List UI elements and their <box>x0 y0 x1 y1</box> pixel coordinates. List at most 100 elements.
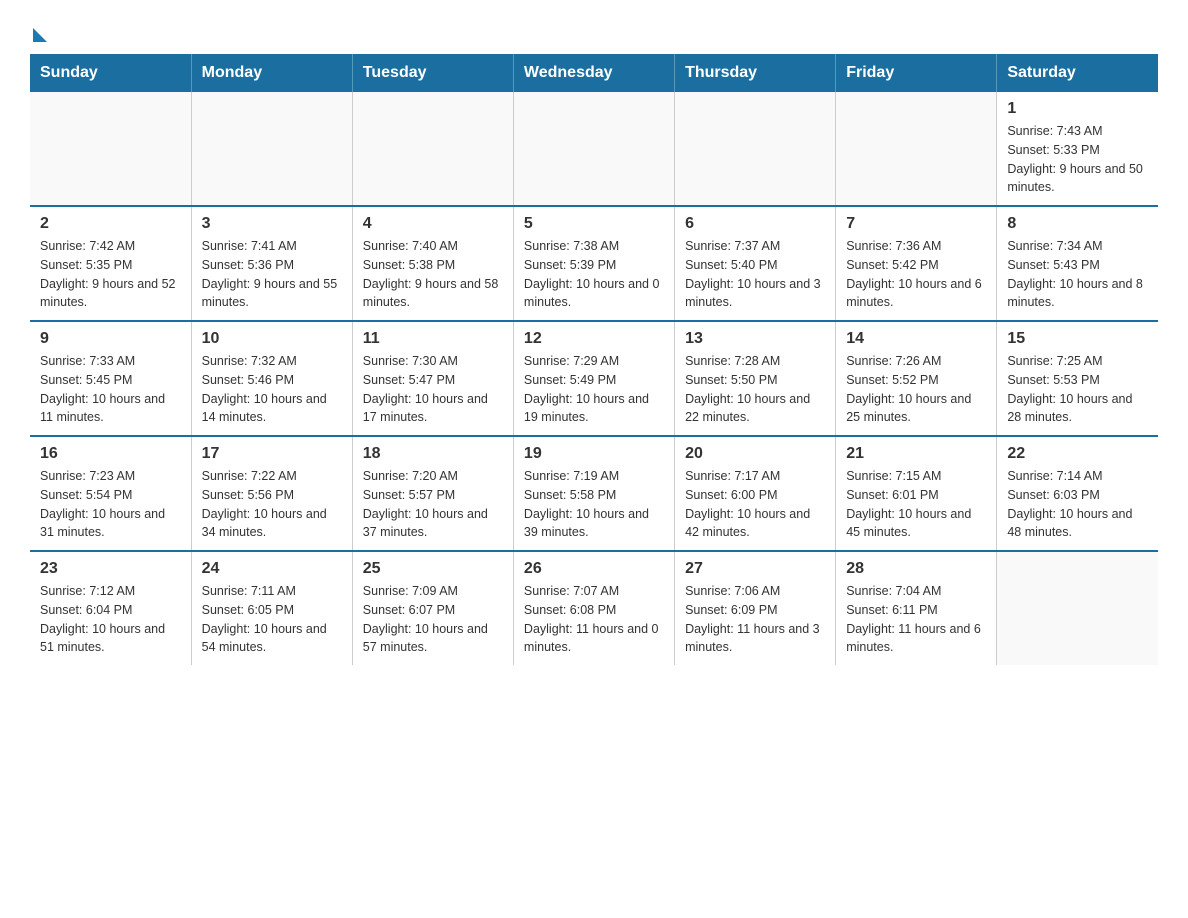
day-number: 17 <box>202 445 342 463</box>
calendar-cell: 10 Sunrise: 7:32 AMSunset: 5:46 PMDayligh… <box>191 321 352 436</box>
calendar-header-row: SundayMondayTuesdayWednesdayThursdayFrid… <box>30 54 1158 92</box>
day-info: Sunrise: 7:11 AMSunset: 6:05 PMDaylight:… <box>202 582 342 657</box>
calendar-cell: 2 Sunrise: 7:42 AMSunset: 5:35 PMDaylight… <box>30 206 191 321</box>
calendar-cell <box>191 92 352 206</box>
calendar-cell <box>997 551 1158 665</box>
day-number: 12 <box>524 330 664 348</box>
calendar-cell: 14 Sunrise: 7:26 AMSunset: 5:52 PMDayligh… <box>836 321 997 436</box>
day-number: 28 <box>846 560 986 578</box>
day-number: 16 <box>40 445 181 463</box>
calendar-cell: 23 Sunrise: 7:12 AMSunset: 6:04 PMDayligh… <box>30 551 191 665</box>
day-info: Sunrise: 7:04 AMSunset: 6:11 PMDaylight:… <box>846 582 986 657</box>
calendar-cell: 1Sunrise: 7:43 AMSunset: 5:33 PMDaylight… <box>997 92 1158 206</box>
day-info: Sunrise: 7:38 AMSunset: 5:39 PMDaylight:… <box>524 237 664 312</box>
day-info: Sunrise: 7:20 AMSunset: 5:57 PMDaylight:… <box>363 467 503 542</box>
day-number: 22 <box>1007 445 1148 463</box>
day-number: 19 <box>524 445 664 463</box>
calendar-cell <box>513 92 674 206</box>
calendar-cell: 4 Sunrise: 7:40 AMSunset: 5:38 PMDaylight… <box>352 206 513 321</box>
calendar-header-sunday: Sunday <box>30 54 191 92</box>
calendar-cell: 11Sunrise: 7:30 AMSunset: 5:47 PMDayligh… <box>352 321 513 436</box>
day-info: Sunrise: 7:25 AMSunset: 5:53 PMDaylight:… <box>1007 352 1148 427</box>
day-info: Sunrise: 7:09 AMSunset: 6:07 PMDaylight:… <box>363 582 503 657</box>
day-number: 13 <box>685 330 825 348</box>
day-number: 23 <box>40 560 181 578</box>
day-info: Sunrise: 7:40 AMSunset: 5:38 PMDaylight:… <box>363 237 503 312</box>
calendar-cell <box>30 92 191 206</box>
calendar-cell <box>352 92 513 206</box>
calendar-header-saturday: Saturday <box>997 54 1158 92</box>
day-info: Sunrise: 7:06 AMSunset: 6:09 PMDaylight:… <box>685 582 825 657</box>
calendar-cell: 21 Sunrise: 7:15 AMSunset: 6:01 PMDayligh… <box>836 436 997 551</box>
day-number: 18 <box>363 445 503 463</box>
calendar-table: SundayMondayTuesdayWednesdayThursdayFrid… <box>30 54 1158 665</box>
calendar-cell: 26Sunrise: 7:07 AMSunset: 6:08 PMDayligh… <box>513 551 674 665</box>
calendar-cell <box>675 92 836 206</box>
calendar-cell: 15 Sunrise: 7:25 AMSunset: 5:53 PMDayligh… <box>997 321 1158 436</box>
day-info: Sunrise: 7:22 AMSunset: 5:56 PMDaylight:… <box>202 467 342 542</box>
day-number: 24 <box>202 560 342 578</box>
calendar-cell: 6 Sunrise: 7:37 AMSunset: 5:40 PMDaylight… <box>675 206 836 321</box>
calendar-cell: 9 Sunrise: 7:33 AMSunset: 5:45 PMDaylight… <box>30 321 191 436</box>
calendar-cell: 27 Sunrise: 7:06 AMSunset: 6:09 PMDayligh… <box>675 551 836 665</box>
day-number: 6 <box>685 215 825 233</box>
day-info: Sunrise: 7:17 AMSunset: 6:00 PMDaylight:… <box>685 467 825 542</box>
calendar-cell: 20 Sunrise: 7:17 AMSunset: 6:00 PMDayligh… <box>675 436 836 551</box>
calendar-week-row: 1Sunrise: 7:43 AMSunset: 5:33 PMDaylight… <box>30 92 1158 206</box>
calendar-cell: 3 Sunrise: 7:41 AMSunset: 5:36 PMDaylight… <box>191 206 352 321</box>
calendar-header-tuesday: Tuesday <box>352 54 513 92</box>
calendar-cell: 7 Sunrise: 7:36 AMSunset: 5:42 PMDaylight… <box>836 206 997 321</box>
calendar-cell: 24 Sunrise: 7:11 AMSunset: 6:05 PMDayligh… <box>191 551 352 665</box>
day-number: 20 <box>685 445 825 463</box>
day-info: Sunrise: 7:23 AMSunset: 5:54 PMDaylight:… <box>40 467 181 542</box>
day-number: 14 <box>846 330 986 348</box>
day-info: Sunrise: 7:33 AMSunset: 5:45 PMDaylight:… <box>40 352 181 427</box>
calendar-week-row: 16 Sunrise: 7:23 AMSunset: 5:54 PMDayligh… <box>30 436 1158 551</box>
logo <box>30 20 47 34</box>
day-number: 4 <box>363 215 503 233</box>
day-number: 3 <box>202 215 342 233</box>
day-info: Sunrise: 7:34 AMSunset: 5:43 PMDaylight:… <box>1007 237 1148 312</box>
day-info: Sunrise: 7:26 AMSunset: 5:52 PMDaylight:… <box>846 352 986 427</box>
calendar-cell: 25 Sunrise: 7:09 AMSunset: 6:07 PMDayligh… <box>352 551 513 665</box>
calendar-header-thursday: Thursday <box>675 54 836 92</box>
day-number: 10 <box>202 330 342 348</box>
calendar-cell: 12 Sunrise: 7:29 AMSunset: 5:49 PMDayligh… <box>513 321 674 436</box>
day-number: 15 <box>1007 330 1148 348</box>
day-info: Sunrise: 7:41 AMSunset: 5:36 PMDaylight:… <box>202 237 342 312</box>
day-number: 21 <box>846 445 986 463</box>
calendar-header-friday: Friday <box>836 54 997 92</box>
logo-arrow-icon <box>33 28 47 42</box>
calendar-week-row: 2 Sunrise: 7:42 AMSunset: 5:35 PMDaylight… <box>30 206 1158 321</box>
day-number: 5 <box>524 215 664 233</box>
day-number: 8 <box>1007 215 1148 233</box>
calendar-cell: 13 Sunrise: 7:28 AMSunset: 5:50 PMDayligh… <box>675 321 836 436</box>
day-info: Sunrise: 7:12 AMSunset: 6:04 PMDaylight:… <box>40 582 181 657</box>
day-info: Sunrise: 7:37 AMSunset: 5:40 PMDaylight:… <box>685 237 825 312</box>
calendar-cell: 18 Sunrise: 7:20 AMSunset: 5:57 PMDayligh… <box>352 436 513 551</box>
day-number: 1 <box>1007 100 1148 118</box>
day-info: Sunrise: 7:36 AMSunset: 5:42 PMDaylight:… <box>846 237 986 312</box>
calendar-cell: 17 Sunrise: 7:22 AMSunset: 5:56 PMDayligh… <box>191 436 352 551</box>
day-number: 27 <box>685 560 825 578</box>
day-info: Sunrise: 7:28 AMSunset: 5:50 PMDaylight:… <box>685 352 825 427</box>
day-number: 26 <box>524 560 664 578</box>
day-info: Sunrise: 7:29 AMSunset: 5:49 PMDaylight:… <box>524 352 664 427</box>
day-info: Sunrise: 7:19 AMSunset: 5:58 PMDaylight:… <box>524 467 664 542</box>
day-number: 7 <box>846 215 986 233</box>
calendar-cell: 5 Sunrise: 7:38 AMSunset: 5:39 PMDaylight… <box>513 206 674 321</box>
day-info: Sunrise: 7:14 AMSunset: 6:03 PMDaylight:… <box>1007 467 1148 542</box>
calendar-cell <box>836 92 997 206</box>
day-number: 9 <box>40 330 181 348</box>
calendar-cell: 22 Sunrise: 7:14 AMSunset: 6:03 PMDayligh… <box>997 436 1158 551</box>
calendar-header-wednesday: Wednesday <box>513 54 674 92</box>
day-number: 2 <box>40 215 181 233</box>
day-info: Sunrise: 7:15 AMSunset: 6:01 PMDaylight:… <box>846 467 986 542</box>
day-number: 25 <box>363 560 503 578</box>
calendar-week-row: 9 Sunrise: 7:33 AMSunset: 5:45 PMDaylight… <box>30 321 1158 436</box>
day-info: Sunrise: 7:32 AMSunset: 5:46 PMDaylight:… <box>202 352 342 427</box>
calendar-header-monday: Monday <box>191 54 352 92</box>
day-info: Sunrise: 7:42 AMSunset: 5:35 PMDaylight:… <box>40 237 181 312</box>
day-number: 11 <box>363 330 503 348</box>
page-header <box>30 20 1158 34</box>
